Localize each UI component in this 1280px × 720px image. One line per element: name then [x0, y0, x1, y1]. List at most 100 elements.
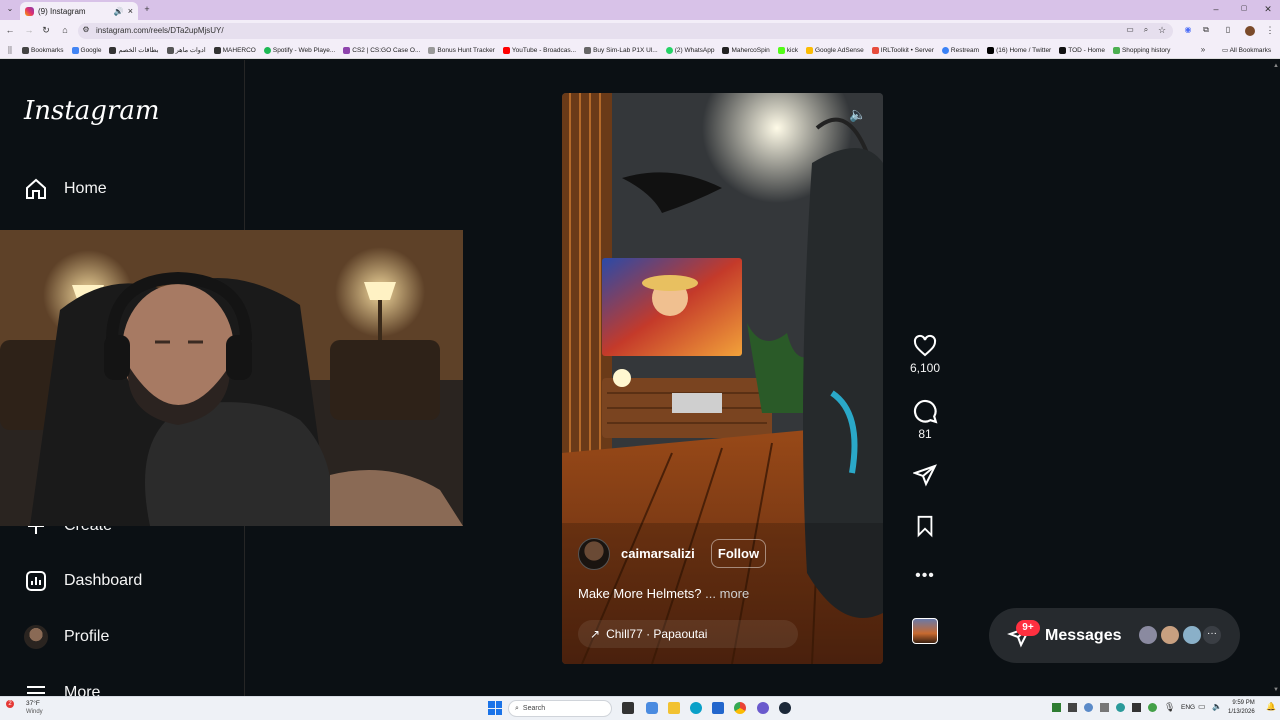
tab-audio-icon[interactable]: 🔊 — [114, 7, 124, 16]
chrome-icon[interactable] — [734, 702, 746, 714]
steam-icon[interactable] — [779, 702, 791, 714]
bookmark-item[interactable]: Restream — [941, 46, 979, 54]
save-button[interactable] — [900, 514, 950, 541]
bookmark-item[interactable]: (16) Home / Twitter — [987, 46, 1051, 54]
file-explorer-icon[interactable] — [668, 702, 680, 714]
more-bookmarks-icon[interactable]: » — [1197, 45, 1209, 54]
bookmark-item[interactable]: IRLToolkit • Server — [871, 46, 934, 54]
url-input[interactable]: instagram.com/reels/DTa2upMjsUY/ — [78, 23, 1173, 39]
audio-track-pill[interactable]: ↗ Chill77 · Papaoutai — [578, 620, 798, 648]
bookmark-item[interactable]: Shopping history — [1112, 46, 1170, 54]
site-info-icon[interactable]: ⚙ — [80, 25, 92, 34]
bookmark-item[interactable]: بطاقات الخصم — [109, 46, 159, 54]
tray-app-icon[interactable] — [1132, 703, 1141, 712]
notifications-bell-icon[interactable]: 🔔 — [1266, 702, 1276, 711]
apps-grid-icon[interactable]: ⣿ — [6, 46, 14, 54]
task-view-icon[interactable] — [622, 702, 634, 714]
minimize-icon[interactable]: – — [1210, 4, 1222, 14]
weather-desc: Windy — [26, 709, 43, 715]
widgets-icon[interactable] — [646, 702, 658, 714]
bookmark-item[interactable]: Buy Sim-Lab P1X Ul... — [584, 46, 658, 54]
clock-date: 1/13/2026 — [1228, 709, 1255, 715]
conversation-avatar — [1159, 624, 1181, 646]
nav-dashboard[interactable]: Dashboard — [24, 569, 142, 593]
tab-close-icon[interactable]: × — [128, 6, 133, 16]
tray-app-icon[interactable] — [1052, 703, 1061, 712]
bookmark-item[interactable]: CS2 | CS:GO Case O... — [343, 46, 420, 54]
all-bookmarks-link[interactable]: ▭ All Bookmarks — [1222, 46, 1271, 54]
reel-video[interactable] — [562, 93, 883, 664]
discord-icon[interactable] — [757, 702, 769, 714]
bookmark-item[interactable]: ادوات ماهر — [166, 46, 206, 54]
youtube-icon — [502, 46, 510, 54]
weather-widget[interactable]: 2 37°F Windy — [6, 700, 54, 717]
bookmark-item[interactable]: Spotify - Web Playe... — [263, 46, 335, 54]
audio-track-label: Chill77 · Papaoutai — [606, 627, 708, 641]
weather-temp: 37°F — [26, 700, 40, 707]
more-options-icon[interactable]: ••• — [900, 567, 950, 585]
new-tab-icon[interactable]: + — [141, 4, 153, 14]
bookmark-item[interactable]: Google AdSense — [806, 46, 864, 54]
back-icon[interactable]: ← — [4, 25, 16, 35]
bookmark-favicon-icon — [1059, 46, 1067, 54]
bookmark-item[interactable]: kick — [777, 46, 798, 54]
nav-profile[interactable]: Profile — [24, 625, 109, 649]
tray-app-icon[interactable] — [1148, 703, 1157, 712]
nav-home[interactable]: Home — [24, 177, 107, 201]
follow-button[interactable]: Follow — [711, 539, 766, 568]
sidebar-panel-icon[interactable]: ▯ — [1222, 25, 1234, 34]
network-icon[interactable]: ▭ — [1198, 702, 1206, 711]
zoom-icon[interactable]: ⌕ — [1140, 25, 1152, 35]
store-icon[interactable] — [712, 702, 724, 714]
home-icon[interactable]: ⌂ — [59, 25, 71, 35]
tray-app-icon[interactable] — [1068, 703, 1077, 712]
install-app-icon[interactable]: ▭ — [1124, 25, 1136, 34]
speaker-icon[interactable]: 🔈 — [1212, 702, 1222, 711]
extensions-puzzle-icon[interactable]: ⧉ — [1200, 25, 1212, 35]
maximize-icon[interactable]: ▢ — [1238, 4, 1250, 12]
bookmark-item[interactable]: (2) WhatsApp — [665, 46, 714, 54]
home-icon — [26, 178, 46, 199]
forward-icon[interactable]: → — [23, 25, 35, 35]
browser-tab[interactable]: (9) Instagram 🔊 × — [20, 2, 138, 20]
edge-icon[interactable] — [690, 702, 702, 714]
scroll-down-icon[interactable]: ▼ — [1273, 687, 1279, 693]
bookmark-item[interactable]: MAHERCO — [213, 46, 256, 54]
tray-app-icon[interactable] — [1084, 703, 1093, 712]
like-button[interactable]: 6,100 — [900, 334, 950, 375]
bookmark-item[interactable]: Google — [71, 46, 101, 54]
bookmark-item[interactable]: Bookmarks — [22, 46, 64, 54]
microphone-icon[interactable]: 🎙 — [1164, 702, 1175, 713]
bookmark-item[interactable]: MahercoSpin — [722, 46, 770, 54]
nav-more[interactable]: More — [24, 681, 100, 696]
tray-app-icon[interactable] — [1100, 703, 1109, 712]
bookmark-item[interactable]: TOD - Home — [1059, 46, 1105, 54]
language-indicator[interactable]: ENG — [1181, 704, 1195, 711]
bookmark-item[interactable]: YouTube - Broadcas... — [502, 46, 576, 54]
tray-app-icon[interactable] — [1116, 703, 1125, 712]
bookmark-item[interactable]: Bonus Hunt Tracker — [428, 46, 495, 54]
reload-icon[interactable]: ↻ — [40, 25, 52, 36]
browser-menu-icon[interactable]: ⋮ — [1264, 25, 1276, 36]
bookmark-star-icon[interactable]: ☆ — [1156, 25, 1168, 36]
scroll-up-icon[interactable]: ▲ — [1273, 63, 1279, 69]
comment-count: 81 — [918, 427, 932, 441]
clock[interactable]: 9:59 PM 1/13/2026 — [1228, 699, 1255, 717]
creator-username[interactable]: caimarsalizi — [621, 546, 695, 561]
audio-cover-thumbnail[interactable] — [912, 618, 938, 644]
extension-icon[interactable]: ◉ — [1182, 25, 1194, 34]
comment-button[interactable]: 81 — [900, 398, 950, 441]
caption-more-link[interactable]: ... more — [705, 586, 749, 601]
close-window-icon[interactable]: ✕ — [1262, 4, 1274, 15]
volume-icon[interactable]: 🔈 — [849, 106, 866, 123]
page-scrollbar[interactable]: ▲ ▼ — [1270, 60, 1280, 696]
windows-start-icon[interactable] — [488, 701, 502, 715]
instagram-logo[interactable]: Instagram — [24, 96, 160, 126]
taskbar-search[interactable]: ⌕ Search — [508, 700, 612, 717]
profile-avatar-icon[interactable] — [1245, 26, 1255, 36]
tab-list-icon[interactable]: ⌄ — [4, 4, 16, 13]
bookmark-favicon-icon — [166, 46, 174, 54]
share-button[interactable] — [900, 463, 950, 490]
creator-avatar[interactable] — [578, 538, 610, 570]
messages-button[interactable]: 9+ Messages ··· — [989, 608, 1240, 663]
